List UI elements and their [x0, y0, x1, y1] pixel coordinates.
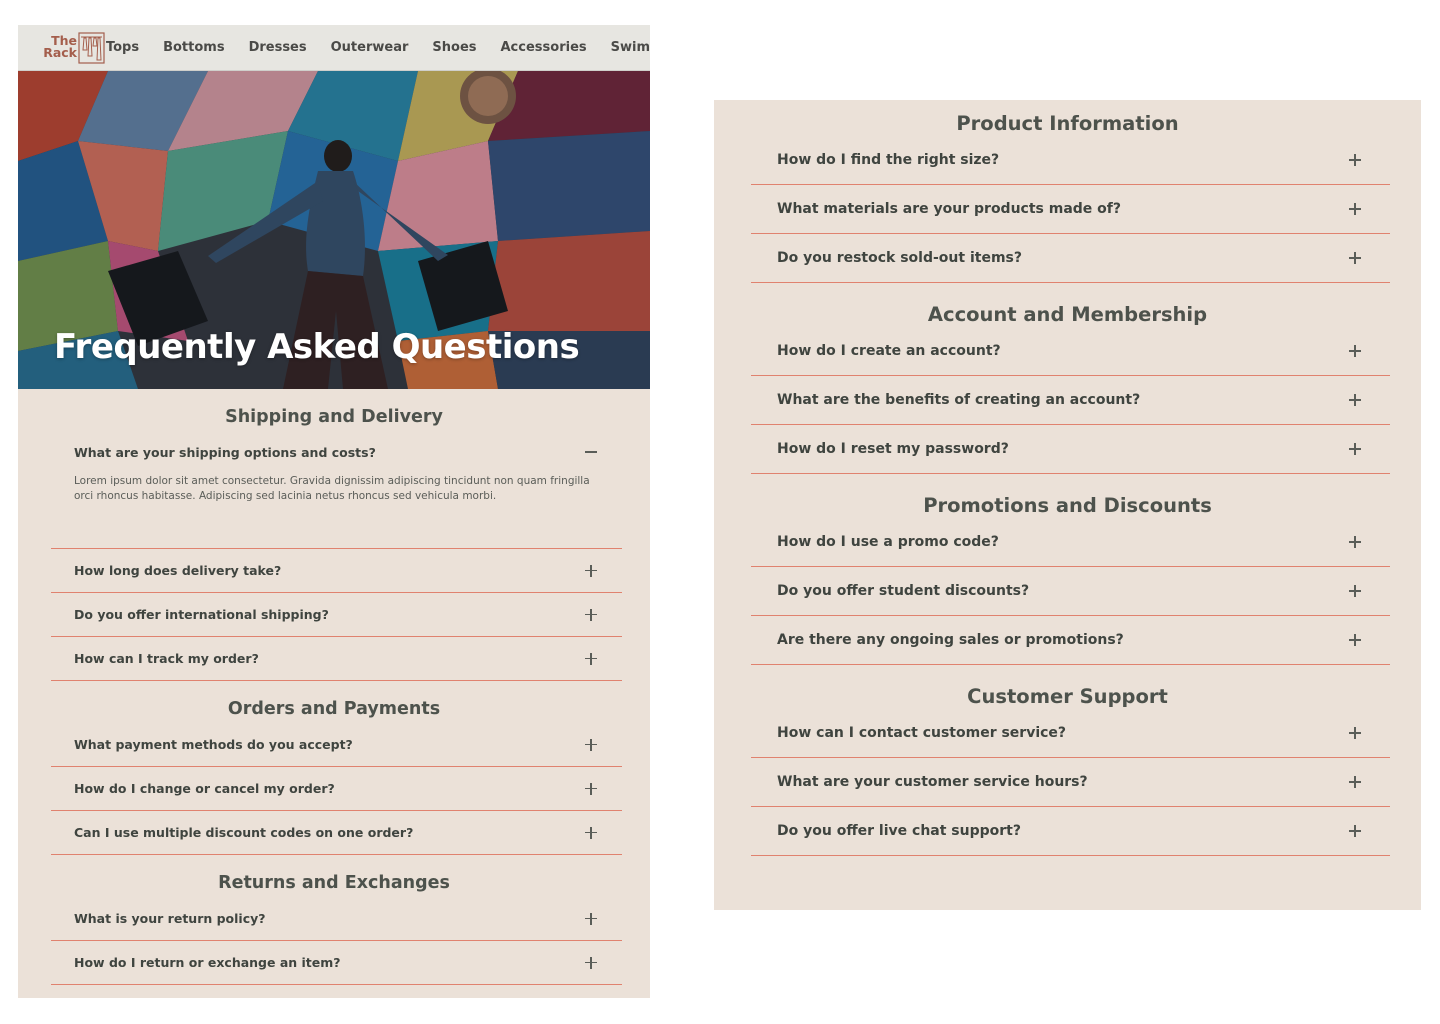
page-title: Frequently Asked Questions: [54, 327, 580, 367]
faq-question: What is your return policy?: [74, 911, 266, 926]
faq-question: What are the benefits of creating an acc…: [777, 392, 1141, 408]
section-title: Account and Membership: [927, 303, 1208, 326]
plus-icon[interactable]: [1347, 632, 1363, 648]
faq-page-mobile: The Rack Tops Bottoms Dresses Outerwear Shoe…: [18, 25, 650, 998]
faq-item[interactable]: How do I find the right size?: [751, 136, 1390, 185]
nav-link-accessories[interactable]: Accessories: [501, 40, 587, 55]
faq-item[interactable]: How can I contact customer service?: [751, 709, 1390, 758]
faq-item[interactable]: How do I return or exchange an item?: [51, 941, 622, 985]
clothing-rack-icon: [78, 31, 105, 64]
section-title: Promotions and Discounts: [923, 494, 1212, 517]
faq-question: What materials are your products made of…: [777, 201, 1121, 217]
section-title: Product Information: [956, 112, 1179, 135]
faq-item[interactable]: What are your customer service hours?: [751, 758, 1390, 807]
nav-link-shoes[interactable]: Shoes: [432, 40, 476, 55]
plus-icon[interactable]: [1347, 201, 1363, 217]
plus-icon[interactable]: [1347, 774, 1363, 790]
faq-question: How do I change or cancel my order?: [74, 781, 335, 796]
logo-text: The Rack: [41, 34, 77, 60]
brand-logo[interactable]: The Rack: [38, 25, 105, 71]
faq-question: Are there any ongoing sales or promotion…: [777, 632, 1124, 648]
top-nav: The Rack Tops Bottoms Dresses Outerwear Shoe…: [18, 25, 650, 71]
faq-list-left: Shipping and Delivery What are your shipp…: [18, 389, 650, 998]
plus-icon[interactable]: [583, 911, 599, 927]
faq-question: Can I use multiple discount codes on one…: [74, 825, 414, 840]
faq-answer: Lorem ipsum dolor sit amet consectetur. …: [74, 475, 590, 502]
plus-icon[interactable]: [1347, 250, 1363, 266]
faq-question: How do I find the right size?: [777, 152, 1000, 168]
faq-item[interactable]: How do I use a promo code?: [751, 518, 1390, 567]
faq-item[interactable]: What are the benefits of creating an acc…: [751, 376, 1390, 425]
faq-question: How do I use a promo code?: [777, 534, 999, 550]
plus-icon[interactable]: [1347, 152, 1363, 168]
faq-item[interactable]: What materials are your products made of…: [751, 185, 1390, 234]
section-title: Customer Support: [967, 685, 1168, 708]
faq-question: What are your shipping options and costs…: [74, 444, 376, 460]
plus-icon[interactable]: [1347, 583, 1363, 599]
section-title: Shipping and Delivery: [225, 407, 443, 427]
nav-link-tops[interactable]: Tops: [106, 40, 139, 55]
faq-item[interactable]: How long does it take to process a retur…: [51, 985, 622, 998]
faq-question: What payment methods do you accept?: [74, 737, 353, 752]
faq-item[interactable]: How can I track my order?: [51, 637, 622, 681]
faq-question: How do I return or exchange an item?: [74, 955, 341, 970]
plus-icon[interactable]: [583, 955, 599, 971]
faq-question: Do you restock sold-out items?: [777, 250, 1022, 266]
faq-question: Do you offer live chat support?: [777, 823, 1021, 839]
faq-item-expanded[interactable]: What are your shipping options and costs…: [51, 431, 622, 549]
faq-question: What are your customer service hours?: [777, 774, 1088, 790]
faq-question: Do you offer international shipping?: [74, 607, 329, 622]
plus-icon[interactable]: [583, 651, 599, 667]
plus-icon[interactable]: [583, 563, 599, 579]
faq-item[interactable]: How do I create an account?: [751, 327, 1390, 376]
nav-link-swim[interactable]: Swim: [611, 40, 650, 55]
plus-icon[interactable]: [1347, 343, 1363, 359]
faq-item[interactable]: Do you offer live chat support?: [751, 807, 1390, 856]
faq-question: How do I create an account?: [777, 343, 1001, 359]
faq-item[interactable]: How long does delivery take?: [51, 549, 622, 593]
faq-item[interactable]: Are there any ongoing sales or promotion…: [751, 616, 1390, 665]
faq-item[interactable]: Do you offer international shipping?: [51, 593, 622, 637]
section-title: Orders and Payments: [227, 699, 441, 719]
nav-links: Tops Bottoms Dresses Outerwear Shoes Accessor…: [106, 25, 650, 71]
plus-icon[interactable]: [583, 781, 599, 797]
faq-item[interactable]: What is your return policy?: [51, 897, 622, 941]
plus-icon[interactable]: [1347, 534, 1363, 550]
faq-question: How do I reset my password?: [777, 441, 1009, 457]
nav-link-bottoms[interactable]: Bottoms: [163, 40, 224, 55]
section-title: Returns and Exchanges: [218, 873, 450, 893]
faq-item[interactable]: Can I use multiple discount codes on one…: [51, 811, 622, 855]
minus-icon[interactable]: [583, 444, 599, 460]
faq-item[interactable]: How do I change or cancel my order?: [51, 767, 622, 811]
faq-question: How can I track my order?: [74, 651, 259, 666]
logo-line-2: Rack: [43, 45, 77, 60]
faq-question: How can I contact customer service?: [777, 725, 1067, 741]
plus-icon[interactable]: [583, 737, 599, 753]
plus-icon[interactable]: [583, 825, 599, 841]
faq-question: How long does delivery take?: [74, 563, 282, 578]
faq-question-row[interactable]: What are your shipping options and costs…: [51, 431, 622, 467]
plus-icon[interactable]: [583, 607, 599, 623]
nav-link-outerwear[interactable]: Outerwear: [331, 40, 409, 55]
plus-icon[interactable]: [1347, 725, 1363, 741]
hero-banner: Frequently Asked Questions: [18, 71, 650, 389]
nav-link-dresses[interactable]: Dresses: [249, 40, 307, 55]
faq-item[interactable]: Do you offer student discounts?: [751, 567, 1390, 616]
plus-icon[interactable]: [1347, 392, 1363, 408]
plus-icon[interactable]: [1347, 823, 1363, 839]
faq-list-right: Product Information How do I find the rig…: [714, 100, 1421, 910]
faq-question: Do you offer student discounts?: [777, 583, 1030, 599]
faq-item[interactable]: Do you restock sold-out items?: [751, 234, 1390, 283]
faq-item[interactable]: What payment methods do you accept?: [51, 723, 622, 767]
faq-item[interactable]: How do I reset my password?: [751, 425, 1390, 474]
plus-icon[interactable]: [1347, 441, 1363, 457]
